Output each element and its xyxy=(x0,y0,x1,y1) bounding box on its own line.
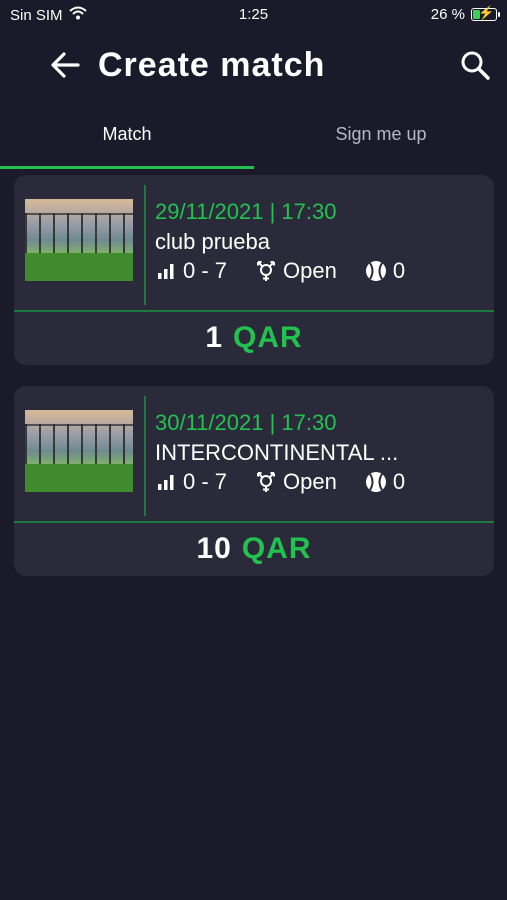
status-right: 26 % ⚡ xyxy=(430,5,500,23)
search-icon xyxy=(460,50,490,85)
status-bar: Sin SIM 1:25 26 % ⚡ xyxy=(0,0,507,30)
match-price: 10 QAR xyxy=(14,526,494,571)
level-info: 0 - 7 xyxy=(155,469,227,495)
match-date: 30/11/2021 | 17:30 xyxy=(155,410,337,435)
balls-info: 0 xyxy=(365,258,405,284)
match-card[interactable]: 29/11/2021 | 17:30 club prueba 0 - 7 Ope… xyxy=(14,175,494,365)
court-thumbnail xyxy=(25,410,133,492)
arrow-left-icon xyxy=(50,51,80,83)
app-header: Create match xyxy=(0,38,507,96)
level-bars-icon xyxy=(155,260,177,282)
price-currency: QAR xyxy=(241,531,312,565)
tab-sign-me-up[interactable]: Sign me up xyxy=(254,112,507,170)
card-divider xyxy=(144,185,146,305)
level-bars-icon xyxy=(155,471,177,493)
tennis-ball-icon xyxy=(365,260,387,282)
tab-bar: Match Sign me up xyxy=(0,112,507,170)
price-amount: 10 xyxy=(196,531,232,565)
tab-indicator xyxy=(0,166,254,169)
gender-label: Open xyxy=(283,469,337,494)
price-currency: QAR xyxy=(233,320,303,354)
gender-info: Open xyxy=(255,469,337,495)
level-range: 0 - 7 xyxy=(183,469,228,494)
card-divider xyxy=(144,396,146,516)
match-meta: 0 - 7 Open 0 xyxy=(155,469,433,495)
tab-match[interactable]: Match xyxy=(0,112,254,170)
club-name: INTERCONTINENTAL ... xyxy=(155,440,399,465)
gender-label: Open xyxy=(283,258,337,283)
match-price: 1 QAR xyxy=(14,315,494,360)
match-card[interactable]: 30/11/2021 | 17:30 INTERCONTINENTAL ... … xyxy=(14,386,494,576)
gender-icon xyxy=(255,471,277,493)
gender-icon xyxy=(255,260,277,282)
court-thumbnail xyxy=(25,199,133,281)
search-button[interactable] xyxy=(456,48,494,86)
balls-count: 0 xyxy=(392,469,406,494)
card-separator xyxy=(14,310,494,312)
back-button[interactable] xyxy=(46,48,84,86)
level-range: 0 - 7 xyxy=(183,258,228,283)
match-meta: 0 - 7 Open 0 xyxy=(155,258,433,284)
page-title: Create match xyxy=(98,46,326,84)
balls-info: 0 xyxy=(365,469,405,495)
battery-percent: 26 % xyxy=(430,6,465,23)
price-amount: 1 xyxy=(205,320,223,354)
balls-count: 0 xyxy=(392,258,406,283)
match-date: 29/11/2021 | 17:30 xyxy=(155,199,337,224)
tennis-ball-icon xyxy=(365,471,387,493)
club-name: club prueba xyxy=(155,229,270,254)
card-separator xyxy=(14,521,494,523)
battery-icon: ⚡ xyxy=(471,5,500,21)
gender-info: Open xyxy=(255,258,337,284)
level-info: 0 - 7 xyxy=(155,258,227,284)
